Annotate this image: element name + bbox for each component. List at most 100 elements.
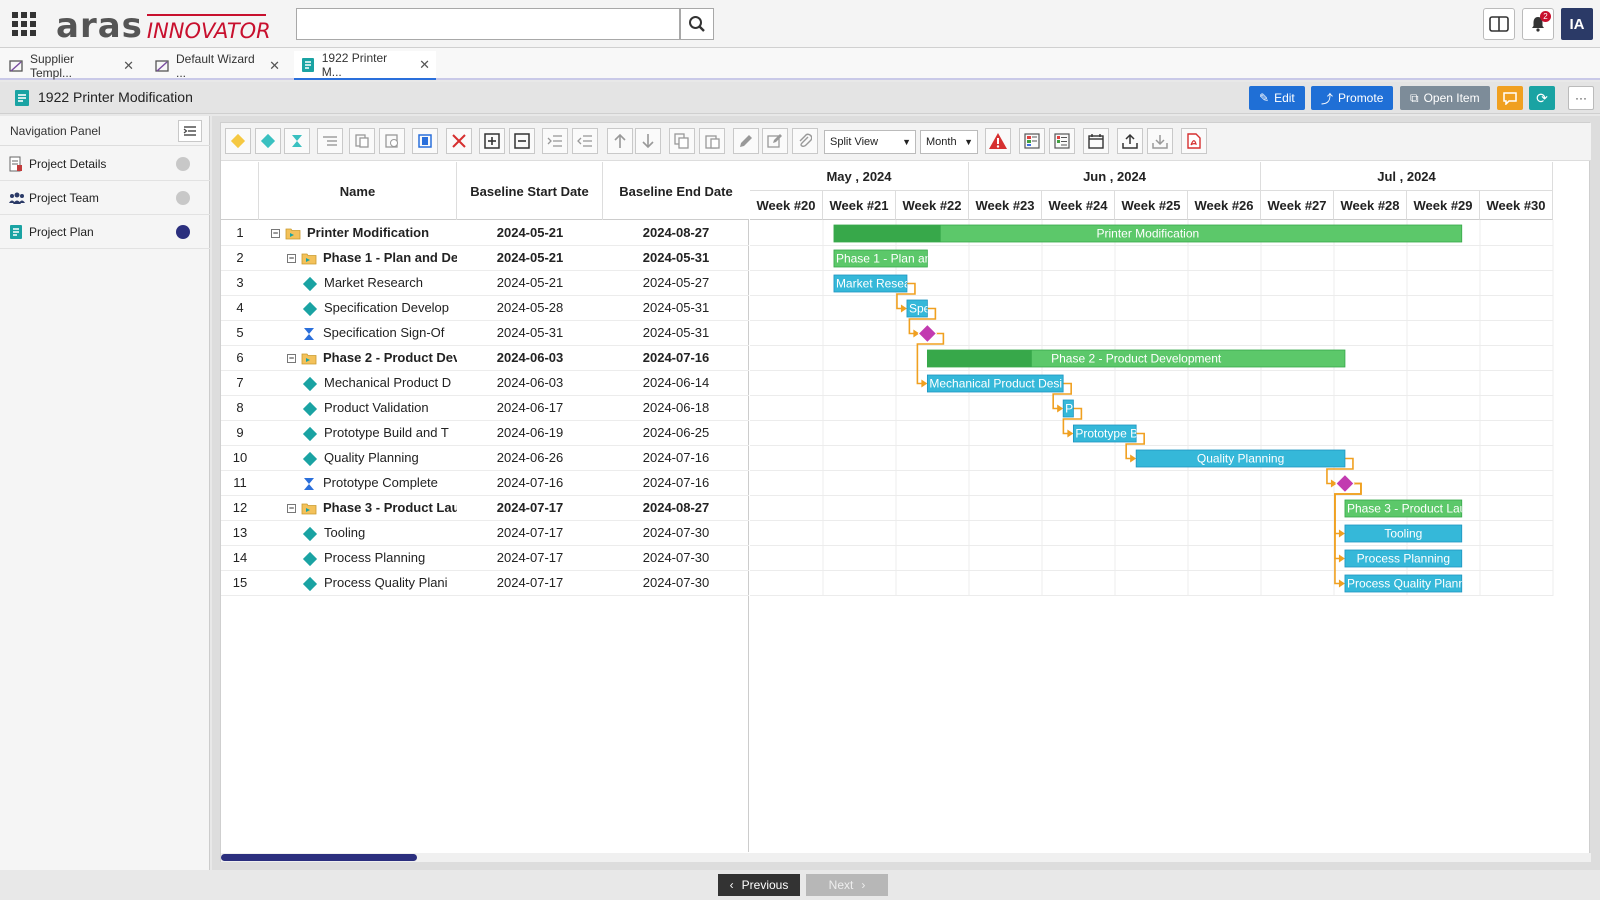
more-button[interactable]: ··· — [1568, 86, 1594, 110]
comment-button[interactable] — [1497, 86, 1523, 110]
table-row[interactable]: 1 − Printer Modification 2024-05-21 2024-08-… — [221, 221, 749, 246]
search-input[interactable] — [296, 8, 680, 40]
gantt-task-bar[interactable]: Process Planning — [1344, 549, 1463, 568]
baseline-end-cell[interactable]: 2024-07-16 — [603, 346, 749, 370]
baseline-end-cell[interactable]: 2024-07-30 — [603, 546, 749, 570]
user-avatar[interactable]: IA — [1561, 8, 1593, 40]
nav-item-project-details[interactable]: Project Details — [0, 147, 210, 181]
task-name-cell[interactable]: Product Validation — [259, 396, 457, 420]
previous-button[interactable]: ‹ Previous — [718, 874, 800, 896]
refresh-button[interactable]: ⟳ — [1529, 86, 1555, 110]
baseline-start-cell[interactable]: 2024-07-17 — [457, 571, 603, 595]
baseline-end-cell[interactable]: 2024-05-31 — [603, 296, 749, 320]
baseline-start-cell[interactable]: 2024-07-16 — [457, 471, 603, 495]
task-name-cell[interactable]: Prototype Complete — [259, 471, 457, 495]
task-name-cell[interactable]: Process Quality Plani — [259, 571, 457, 595]
edit-button[interactable]: ✎ Edit — [1249, 86, 1305, 110]
baseline-end-cell[interactable]: 2024-07-30 — [603, 521, 749, 545]
task-name-cell[interactable]: Specification Sign-Of — [259, 321, 457, 345]
nav-item-project-team[interactable]: Project Team — [0, 181, 210, 215]
collapse-toggle-icon[interactable]: − — [287, 254, 296, 264]
gantt-summary-bar[interactable]: Phase 3 - Product Lau — [1344, 499, 1466, 518]
table-row[interactable]: 15 Process Quality Plani 2024-07-17 2024-07… — [221, 571, 749, 596]
gantt-task-bar[interactable]: Prototype B — [1072, 424, 1138, 443]
task-name-cell[interactable]: Tooling — [259, 521, 457, 545]
table-row[interactable]: 5 Specification Sign-Of 2024-05-31 2024-05-… — [221, 321, 749, 346]
table-row[interactable]: 13 Tooling 2024-07-17 2024-07-30 — [221, 521, 749, 546]
baseline-start-cell[interactable]: 2024-06-17 — [457, 396, 603, 420]
table-row[interactable]: 11 Prototype Complete 2024-07-16 2024-07-16 — [221, 471, 749, 496]
close-icon[interactable]: ✕ — [269, 58, 280, 74]
baseline-start-cell[interactable]: 2024-06-26 — [457, 446, 603, 470]
scheduling-button[interactable] — [379, 128, 405, 154]
tab-printer-modification[interactable]: 1922 Printer M... ✕ — [294, 51, 436, 80]
table-row[interactable]: 12 − Phase 3 - Product Lau 2024-07-17 2024-0… — [221, 496, 749, 521]
baseline-start-cell[interactable]: 2024-06-03 — [457, 346, 603, 370]
baseline-end-cell[interactable]: 2024-07-16 — [603, 446, 749, 470]
baseline-end-cell[interactable]: 2024-08-27 — [603, 221, 749, 245]
gantt-milestone[interactable] — [917, 323, 938, 344]
add-summary-button[interactable] — [225, 128, 251, 154]
table-row[interactable]: 9 Prototype Build and T 2024-06-19 2024-06-… — [221, 421, 749, 446]
gantt-task-bar[interactable]: Tooling — [1344, 524, 1463, 543]
table-row[interactable]: 6 − Phase 2 - Product Dev 2024-06-03 2024-07… — [221, 346, 749, 371]
search-button[interactable] — [680, 8, 714, 40]
paste-button[interactable] — [699, 128, 725, 154]
gantt-summary-bar[interactable]: Phase 2 - Product Development — [926, 349, 1346, 368]
edit-form-button[interactable] — [762, 128, 788, 154]
list-view-button[interactable] — [1049, 128, 1075, 154]
move-up-button[interactable] — [607, 128, 633, 154]
task-name-cell[interactable]: Process Planning — [259, 546, 457, 570]
task-name-cell[interactable]: − Phase 2 - Product Dev — [259, 346, 457, 370]
baseline-end-cell[interactable]: 2024-06-18 — [603, 396, 749, 420]
time-scale-select[interactable]: Month ▼ — [920, 130, 978, 154]
baseline-end-cell[interactable]: 2024-06-25 — [603, 421, 749, 445]
baseline-start-cell[interactable]: 2024-05-21 — [457, 246, 603, 270]
task-name-cell[interactable]: Prototype Build and T — [259, 421, 457, 445]
baseline-start-cell[interactable]: 2024-06-03 — [457, 371, 603, 395]
delete-button[interactable] — [446, 128, 472, 154]
import-button[interactable] — [1147, 128, 1173, 154]
baseline-start-cell[interactable]: 2024-07-17 — [457, 496, 603, 520]
indent-button[interactable] — [542, 128, 568, 154]
task-name-cell[interactable]: Mechanical Product D — [259, 371, 457, 395]
table-row[interactable]: 14 Process Planning 2024-07-17 2024-07-30 — [221, 546, 749, 571]
baseline-start-cell[interactable]: 2024-07-17 — [457, 521, 603, 545]
table-row[interactable]: 3 Market Research 2024-05-21 2024-05-27 — [221, 271, 749, 296]
baseline-end-cell[interactable]: 2024-07-30 — [603, 571, 749, 595]
baseline-start-column-header[interactable]: Baseline Start Date — [457, 162, 603, 220]
promote-button[interactable]: ⤴ Promote — [1311, 86, 1394, 110]
name-column-header[interactable]: Name — [259, 162, 457, 220]
open-item-button[interactable]: ⧉ Open Item — [1400, 86, 1490, 110]
tab-supplier-template[interactable]: Supplier Templ... ✕ — [2, 51, 140, 80]
gantt-summary-bar[interactable]: Printer Modification — [833, 224, 1463, 243]
gantt-task-bar[interactable]: Mechanical Product Desi — [926, 374, 1064, 393]
baseline-end-cell[interactable]: 2024-05-31 — [603, 321, 749, 345]
gantt-milestone[interactable] — [1335, 473, 1355, 494]
add-activity-button[interactable] — [255, 128, 281, 154]
copy-button[interactable] — [669, 128, 695, 154]
task-name-cell[interactable]: Market Research — [259, 271, 457, 295]
table-row[interactable]: 7 Mechanical Product D 2024-06-03 2024-06-1… — [221, 371, 749, 396]
edit-row-button[interactable] — [733, 128, 759, 154]
add-milestone-button[interactable] — [284, 128, 310, 154]
split-pane-button[interactable] — [1483, 8, 1515, 40]
task-name-cell[interactable]: Specification Develop — [259, 296, 457, 320]
calendar-button[interactable] — [1083, 128, 1109, 154]
baseline-start-cell[interactable]: 2024-05-21 — [457, 221, 603, 245]
baseline-start-cell[interactable]: 2024-05-28 — [457, 296, 603, 320]
task-name-cell[interactable]: − Printer Modification — [259, 221, 457, 245]
navigation-toggle-button[interactable] — [178, 120, 202, 142]
collapse-toggle-icon[interactable]: − — [287, 504, 296, 514]
table-row[interactable]: 2 − Phase 1 - Plan and Def 2024-05-21 2024-0… — [221, 246, 749, 271]
tab-default-wizard[interactable]: Default Wizard ... ✕ — [148, 51, 286, 80]
scrollbar-thumb[interactable] — [221, 854, 417, 861]
close-icon[interactable]: ✕ — [123, 58, 134, 74]
view-mode-select[interactable]: Split View ▼ — [824, 130, 916, 154]
notifications-button[interactable]: 2 — [1522, 8, 1554, 40]
horizontal-scrollbar[interactable] — [221, 853, 1591, 862]
table-row[interactable]: 10 Quality Planning 2024-06-26 2024-07-16 — [221, 446, 749, 471]
task-name-cell[interactable]: − Phase 3 - Product Lau — [259, 496, 457, 520]
gantt-task-bar[interactable]: Spe — [906, 299, 931, 318]
baseline-end-cell[interactable]: 2024-06-14 — [603, 371, 749, 395]
